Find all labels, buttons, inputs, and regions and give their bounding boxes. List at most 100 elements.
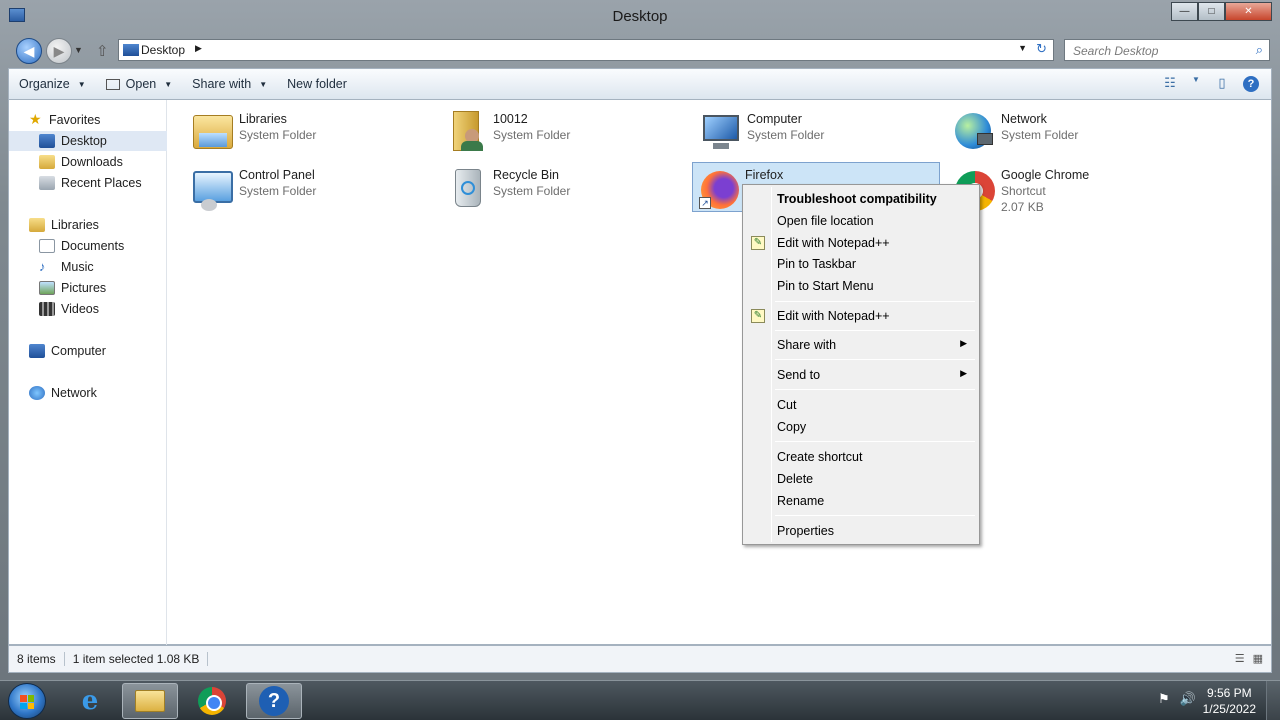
address-location[interactable]: Desktop (141, 43, 185, 57)
menu-item-rename[interactable]: Rename (745, 490, 977, 512)
start-button[interactable] (8, 683, 46, 719)
menu-separator (775, 441, 975, 442)
title-bar[interactable]: Desktop — □ ✕ (0, 0, 1280, 32)
file-tile-control-panel[interactable]: Control Panel System Folder (186, 162, 436, 212)
system-clock[interactable]: 9:56 PM 1/25/2022 (1203, 685, 1256, 717)
nav-computer[interactable]: Computer (9, 341, 167, 361)
refresh-icon[interactable]: ↻ (1036, 41, 1047, 57)
taskbar-help-and-support[interactable]: ? (246, 683, 302, 719)
nav-downloads[interactable]: Downloads (9, 152, 167, 172)
address-dropdown-icon[interactable]: ▼ (1018, 43, 1027, 53)
tiles-view-icon[interactable]: ▦ (1253, 652, 1263, 665)
recent-locations-dropdown[interactable]: ▼ (74, 45, 83, 55)
organize-button[interactable]: Organize ▼ (9, 77, 96, 91)
forward-button[interactable]: ▶ (46, 38, 72, 64)
details-view-icon[interactable]: ☰ (1235, 652, 1245, 665)
file-name: Google Chrome (1001, 168, 1090, 182)
search-box[interactable]: Search Desktop ⌕ (1064, 39, 1270, 61)
file-tile-google-chrome[interactable]: Google Chrome Shortcut 2.07 KB (948, 162, 1198, 214)
nav-pictures-label: Pictures (61, 281, 107, 295)
show-desktop-button[interactable] (1266, 681, 1280, 720)
menu-item-label: Open file location (777, 214, 874, 228)
nav-pictures[interactable]: Pictures (9, 278, 167, 298)
back-button[interactable]: ◀ (16, 38, 42, 64)
open-button[interactable]: Open ▼ (96, 77, 183, 91)
menu-item-label: Copy (777, 420, 807, 434)
menu-item-copy[interactable]: Copy (745, 416, 977, 438)
nav-recent-places[interactable]: Recent Places (9, 173, 167, 193)
nav-network[interactable]: Network (9, 383, 167, 403)
taskbar-windows-explorer[interactable] (122, 683, 178, 719)
taskbar-google-chrome[interactable] (184, 683, 240, 719)
help-icon[interactable]: ? (1243, 76, 1259, 92)
menu-separator (775, 389, 975, 390)
menu-item-troubleshoot-compatibility[interactable]: Troubleshoot compatibility (745, 188, 977, 210)
clock-time: 9:56 PM (1206, 686, 1252, 700)
help-icon: ? (259, 686, 289, 716)
menu-item-label: Troubleshoot compatibility (777, 192, 937, 206)
nav-videos[interactable]: Videos (9, 299, 167, 319)
menu-item-pin-to-taskbar[interactable]: Pin to Taskbar (745, 253, 977, 275)
nav-computer-label: Computer (51, 344, 106, 358)
file-name: Network (1001, 112, 1047, 126)
new-folder-button[interactable]: New folder (277, 77, 357, 91)
menu-item-label: Rename (777, 494, 825, 508)
change-view-icon[interactable]: ☷ (1161, 75, 1179, 93)
menu-item-cut[interactable]: Cut (745, 394, 977, 416)
folder-icon (135, 690, 165, 712)
menu-item-properties[interactable]: Properties (745, 520, 977, 542)
menu-item-edit-with-notepad[interactable]: ✎ Edit with Notepad++ (745, 232, 977, 254)
menu-item-pin-to-start-menu[interactable]: Pin to Start Menu (745, 275, 977, 297)
nav-favorites-label: Favorites (49, 113, 101, 127)
menu-item-label: Pin to Start Menu (777, 279, 874, 293)
toolbar-right: ☷ ▼ ▯ ? (1161, 75, 1259, 93)
breadcrumb-arrow[interactable]: ▶ (195, 43, 202, 54)
window-controls: — □ ✕ (1171, 2, 1272, 21)
nav-documents[interactable]: Documents (9, 236, 167, 256)
nav-libraries[interactable]: Libraries (9, 215, 167, 235)
menu-separator (775, 359, 975, 360)
menu-item-label: Share with (777, 338, 837, 352)
menu-item-delete[interactable]: Delete (745, 468, 977, 490)
taskbar-internet-explorer[interactable]: e (62, 683, 118, 719)
nav-favorites[interactable]: ★ Favorites (9, 110, 167, 130)
file-tile-libraries[interactable]: Libraries System Folder (186, 106, 436, 156)
preview-pane-icon[interactable]: ▯ (1213, 75, 1231, 93)
action-center-flag-icon[interactable]: ⚑ (1158, 691, 1170, 707)
view-options-chevron-icon[interactable]: ▼ (1191, 75, 1201, 93)
nav-music[interactable]: ♪ Music (9, 257, 167, 277)
file-tile-recycle-bin[interactable]: Recycle Bin System Folder (440, 162, 690, 212)
file-name: Firefox (745, 168, 784, 182)
maximize-button[interactable]: □ (1198, 2, 1225, 21)
open-icon (105, 78, 120, 90)
share-with-label: Share with (192, 77, 252, 91)
menu-item-share-with[interactable]: Share with ▶ (745, 334, 977, 356)
desktop-location-icon (123, 44, 139, 56)
user-folder-icon (443, 109, 489, 153)
search-icon[interactable]: ⌕ (1256, 42, 1263, 58)
menu-item-label: Properties (777, 524, 834, 538)
volume-icon[interactable]: 🔊 (1180, 691, 1196, 707)
nav-desktop[interactable]: Desktop (9, 131, 167, 151)
file-tile-network[interactable]: Network System Folder (948, 106, 1198, 156)
file-tile-user-folder[interactable]: 10012 System Folder (440, 106, 690, 156)
menu-item-create-shortcut[interactable]: Create shortcut (745, 446, 977, 468)
menu-item-open-file-location[interactable]: Open file location (745, 210, 977, 232)
menu-item-edit-with-notepad-2[interactable]: ✎ Edit with Notepad++ (745, 305, 977, 327)
menu-item-label: Pin to Taskbar (777, 257, 856, 271)
file-size: 2.07 KB (1001, 200, 1044, 214)
explorer-window: Desktop — □ ✕ ◀ ▶ ▼ ⇧ Desktop ▶ ▼ ↻ Sear… (0, 0, 1280, 680)
firefox-icon: ↗ (695, 165, 741, 209)
nav-videos-label: Videos (61, 302, 99, 316)
file-type: System Folder (239, 128, 317, 142)
videos-icon (39, 302, 55, 316)
file-tile-computer[interactable]: Computer System Folder (694, 106, 944, 156)
chevron-down-icon: ▼ (164, 79, 173, 89)
share-with-button[interactable]: Share with ▼ (182, 77, 277, 91)
taskbar: e ? ⚑ 🔊 9:56 PM 1/25/2022 (0, 680, 1280, 720)
close-button[interactable]: ✕ (1225, 2, 1272, 21)
up-button[interactable]: ⇧ (96, 42, 109, 60)
address-bar[interactable]: Desktop ▶ ▼ ↻ (118, 39, 1054, 61)
menu-item-send-to[interactable]: Send to ▶ (745, 364, 977, 386)
minimize-button[interactable]: — (1171, 2, 1198, 21)
